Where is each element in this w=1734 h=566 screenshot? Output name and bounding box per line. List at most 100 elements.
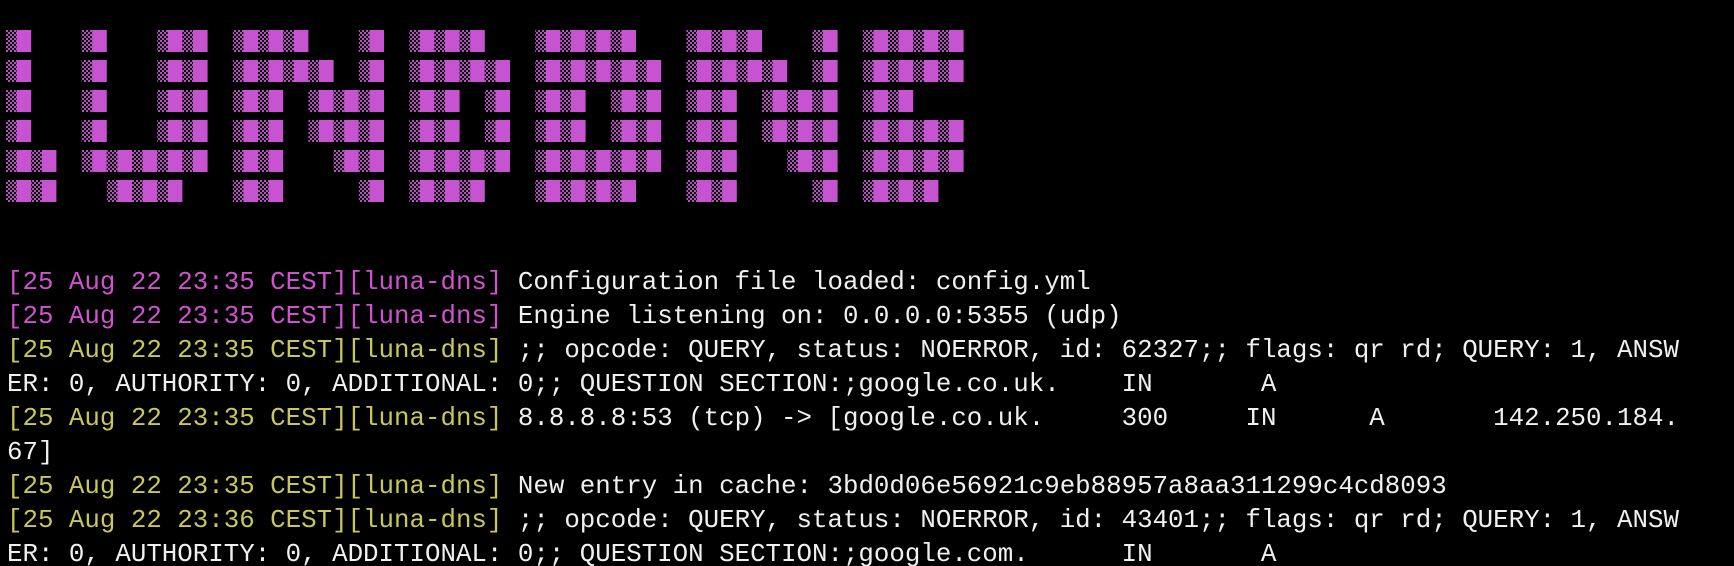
banner-solid-block	[16, 90, 32, 112]
banner-shade-block	[888, 60, 900, 82]
banner-solid-block	[16, 30, 32, 52]
banner-solid-block	[444, 30, 460, 52]
banner-shade-block	[711, 30, 723, 52]
banner-solid-block	[444, 60, 460, 82]
banner-solid-block	[293, 60, 309, 82]
log-line: [25 Aug 22 23:36 CEST][luna-dns] ;; opco…	[7, 504, 1734, 538]
banner-solid-block	[470, 180, 485, 202]
banner-shade-block	[686, 90, 698, 112]
banner-solid-block	[722, 150, 737, 172]
banner-shade-block	[535, 90, 547, 112]
banner-shade-block	[560, 120, 572, 142]
banner-shade-block	[711, 60, 723, 82]
banner-solid-block	[268, 30, 284, 52]
log-line-message: New entry in cache: 3bd0d06e56921c9eb889…	[502, 472, 1447, 501]
log-line: [25 Aug 22 23:35 CEST][luna-dns] Configu…	[7, 266, 1734, 300]
banner-shade-block	[484, 150, 497, 172]
banner-shade-block	[258, 30, 270, 52]
log-line-prefix: [25 Aug 22 23:35 CEST][luna-dns]	[7, 336, 503, 365]
banner-solid-block	[772, 60, 788, 82]
banner-solid-block	[747, 30, 762, 52]
banner-shade-block	[711, 120, 723, 142]
banner-solid-block	[570, 90, 586, 112]
log-line-message: ;; opcode: QUERY, status: NOERROR, id: 4…	[502, 506, 1679, 535]
banner-shade-block	[358, 30, 371, 52]
banner-solid-block	[570, 120, 586, 142]
banner-shade-block	[913, 180, 925, 202]
banner-solid-block	[419, 60, 435, 82]
banner-shade-block	[409, 180, 421, 202]
banner-shade-block	[308, 60, 320, 82]
banner-solid-block	[167, 150, 183, 172]
banner-solid-block	[621, 60, 636, 82]
banner-shade-block	[157, 30, 169, 52]
banner-solid-block	[646, 60, 662, 82]
banner-solid-block	[822, 150, 838, 172]
banner-shade-block	[31, 180, 43, 202]
banner-shade-block	[409, 90, 421, 112]
banner-shade-block	[333, 150, 345, 172]
banner-shade-block	[862, 120, 875, 142]
banner-solid-block	[192, 120, 208, 142]
banner-shade-block	[232, 60, 245, 82]
banner-solid-block	[570, 60, 586, 82]
banner-shade-block	[610, 180, 623, 202]
log-line-message: ER: 0, AUTHORITY: 0, ADDITIONAL: 0;; QUE…	[7, 540, 1277, 566]
banner-shade-block	[812, 60, 824, 82]
banner-shade-block	[560, 90, 572, 112]
banner-shade-block	[308, 120, 320, 142]
banner-shade-block	[434, 60, 446, 82]
banner-shade-block	[258, 60, 270, 82]
banner-shade-block	[787, 150, 799, 172]
luna-dns-ascii-banner	[6, 30, 964, 202]
banner-shade-block	[283, 30, 295, 52]
banner-solid-block	[495, 150, 510, 172]
banner-shade-block	[409, 60, 421, 82]
banner-shade-block	[913, 150, 925, 172]
banner-shade-block	[484, 60, 497, 82]
banner-shade-block	[560, 180, 572, 202]
banner-shade-block	[636, 120, 648, 142]
banner-shade-block	[787, 90, 799, 112]
banner-shade-block	[938, 30, 950, 52]
banner-solid-block	[873, 120, 888, 142]
banner-shade-block	[686, 120, 698, 142]
banner-shade-block	[862, 60, 875, 82]
banner-solid-block	[444, 120, 460, 142]
banner-solid-block	[545, 60, 561, 82]
banner-solid-block	[495, 120, 510, 142]
banner-solid-block	[696, 60, 712, 82]
banner-solid-block	[167, 180, 183, 202]
banner-shade-block	[232, 150, 245, 172]
banner-shade-block	[258, 90, 270, 112]
banner-solid-block	[621, 120, 636, 142]
banner-solid-block	[923, 120, 939, 142]
log-line-message: ;; opcode: QUERY, status: NOERROR, id: 6…	[502, 336, 1679, 365]
banner-shade-block	[888, 150, 900, 172]
banner-solid-block	[621, 180, 636, 202]
banner-solid-block	[16, 150, 32, 172]
banner-shade-block	[81, 90, 93, 112]
banner-solid-block	[268, 180, 284, 202]
banner-solid-block	[696, 30, 712, 52]
log-line-prefix: [25 Aug 22 23:35 CEST][luna-dns]	[7, 472, 503, 501]
banner-shade-block	[6, 30, 18, 52]
banner-solid-block	[470, 150, 485, 172]
banner-shade-block	[812, 90, 824, 112]
banner-shade-block	[560, 150, 572, 172]
banner-solid-block	[822, 180, 838, 202]
banner-shade-block	[31, 150, 43, 172]
banner-solid-block	[470, 60, 485, 82]
banner-shade-block	[459, 150, 471, 172]
banner-solid-block	[646, 90, 662, 112]
banner-solid-block	[16, 120, 32, 142]
banner-shade-block	[636, 90, 648, 112]
banner-shade-block	[182, 90, 194, 112]
banner-solid-block	[444, 150, 460, 172]
banner-solid-block	[268, 90, 284, 112]
banner-solid-block	[470, 30, 485, 52]
banner-shade-block	[535, 30, 547, 52]
banner-shade-block	[157, 150, 169, 172]
banner-solid-block	[948, 120, 964, 142]
banner-shade-block	[938, 60, 950, 82]
